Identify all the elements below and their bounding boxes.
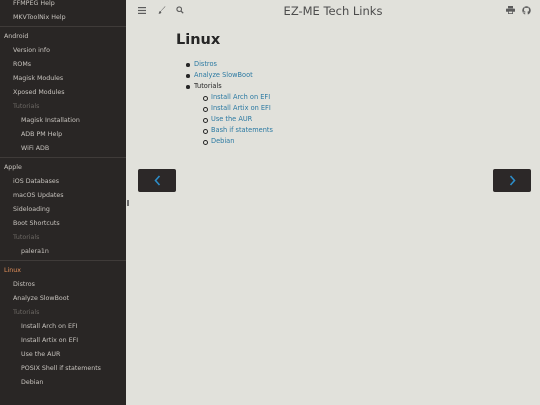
sidebar-section-apple[interactable]: Apple	[0, 161, 126, 175]
sidebar-item-version-info[interactable]: Version info	[0, 44, 126, 58]
sidebar-item-ios-databases[interactable]: iOS Databases	[0, 175, 126, 189]
link-distros[interactable]: Distros	[194, 60, 217, 68]
sidebar-divider	[0, 260, 126, 261]
link-analyze-slowboot[interactable]: Analyze SlowBoot	[194, 71, 253, 79]
list-item: Use the AUR	[194, 114, 476, 125]
sidebar: FFMPEG Help MKVToolNix Help Android Version…	[0, 0, 126, 405]
sidebar-item-tutorials: Tutorials	[13, 103, 40, 110]
paintbrush-icon[interactable]	[156, 0, 168, 22]
list-item: Analyze SlowBoot	[176, 70, 476, 81]
github-icon[interactable]	[520, 0, 532, 22]
sidebar-item-debian[interactable]: Debian	[0, 376, 126, 390]
sidebar-item-distros[interactable]: Distros	[0, 278, 126, 292]
sidebar-divider	[0, 26, 126, 27]
sidebar-item-posix-shell-if-statements[interactable]: POSIX Shell if statements	[0, 362, 126, 376]
menu-icon[interactable]	[136, 0, 148, 22]
sidebar-item-roms[interactable]: ROMs	[0, 58, 126, 72]
list-item: Tutorials Install Arch on EFI Install Ar…	[176, 81, 476, 147]
tutorials-label: Tutorials	[194, 82, 222, 90]
sidebar-scroll[interactable]: FFMPEG Help MKVToolNix Help Android Version…	[0, 0, 126, 390]
sidebar-divider	[0, 157, 126, 158]
sidebar-item-mkvtoolnix-help[interactable]: MKVToolNix Help	[0, 11, 126, 25]
search-icon[interactable]	[174, 0, 186, 22]
sidebar-item-install-artix-on-efi[interactable]: Install Artix on EFI	[0, 334, 126, 348]
sidebar-item-install-arch-on-efi[interactable]: Install Arch on EFI	[0, 320, 126, 334]
list-item: Debian	[194, 136, 476, 147]
sidebar-item-boot-shortcuts[interactable]: Boot Shortcuts	[0, 217, 126, 231]
menu-bar: EZ-ME Tech Links	[126, 0, 540, 22]
sidebar-item-ffmpeg-help[interactable]: FFMPEG Help	[0, 0, 126, 11]
link-install-arch[interactable]: Install Arch on EFI	[211, 93, 270, 101]
sidebar-item-adb-pm-help[interactable]: ADB PM Help	[0, 128, 126, 142]
link-install-artix[interactable]: Install Artix on EFI	[211, 104, 271, 112]
sidebar-item-macos-updates[interactable]: macOS Updates	[0, 189, 126, 203]
list-item: Install Arch on EFI	[194, 92, 476, 103]
chapter-list: Distros Analyze SlowBoot Tutorials Insta…	[176, 59, 476, 147]
list-item: Bash if statements	[194, 125, 476, 136]
link-bash-if[interactable]: Bash if statements	[211, 126, 273, 134]
chevron-left-icon	[153, 175, 160, 186]
tutorials-list: Install Arch on EFI Install Artix on EFI…	[194, 92, 476, 147]
previous-chapter-button[interactable]	[138, 169, 176, 192]
link-debian[interactable]: Debian	[211, 137, 234, 145]
link-use-aur[interactable]: Use the AUR	[211, 115, 252, 123]
sidebar-item-xposed-modules[interactable]: Xposed Modules	[0, 86, 126, 100]
book-title: EZ-ME Tech Links	[283, 4, 383, 18]
sidebar-item-palera1n[interactable]: palera1n	[0, 245, 126, 259]
main-content: Linux Distros Analyze SlowBoot Tutorials…	[176, 32, 476, 147]
sidebar-item-tutorials: Tutorials	[13, 309, 40, 316]
sidebar-item-tutorials: Tutorials	[13, 234, 40, 241]
sidebar-item-sideloading[interactable]: Sideloading	[0, 203, 126, 217]
sidebar-section-linux[interactable]: Linux	[0, 264, 126, 278]
sidebar-item-wifi-adb[interactable]: WiFi ADB	[0, 142, 126, 156]
page-title: Linux	[176, 32, 221, 48]
next-chapter-button[interactable]	[493, 169, 531, 192]
sidebar-section-android[interactable]: Android	[0, 30, 126, 44]
sidebar-resize-handle[interactable]	[127, 200, 129, 206]
sidebar-item-magisk-modules[interactable]: Magisk Modules	[0, 72, 126, 86]
list-item: Distros	[176, 59, 476, 70]
chevron-right-icon	[509, 175, 516, 186]
sidebar-item-magisk-installation[interactable]: Magisk Installation	[0, 114, 126, 128]
list-item: Install Artix on EFI	[194, 103, 476, 114]
sidebar-item-analyze-slowboot[interactable]: Analyze SlowBoot	[0, 292, 126, 306]
print-icon[interactable]	[504, 0, 516, 22]
sidebar-item-use-the-aur[interactable]: Use the AUR	[0, 348, 126, 362]
